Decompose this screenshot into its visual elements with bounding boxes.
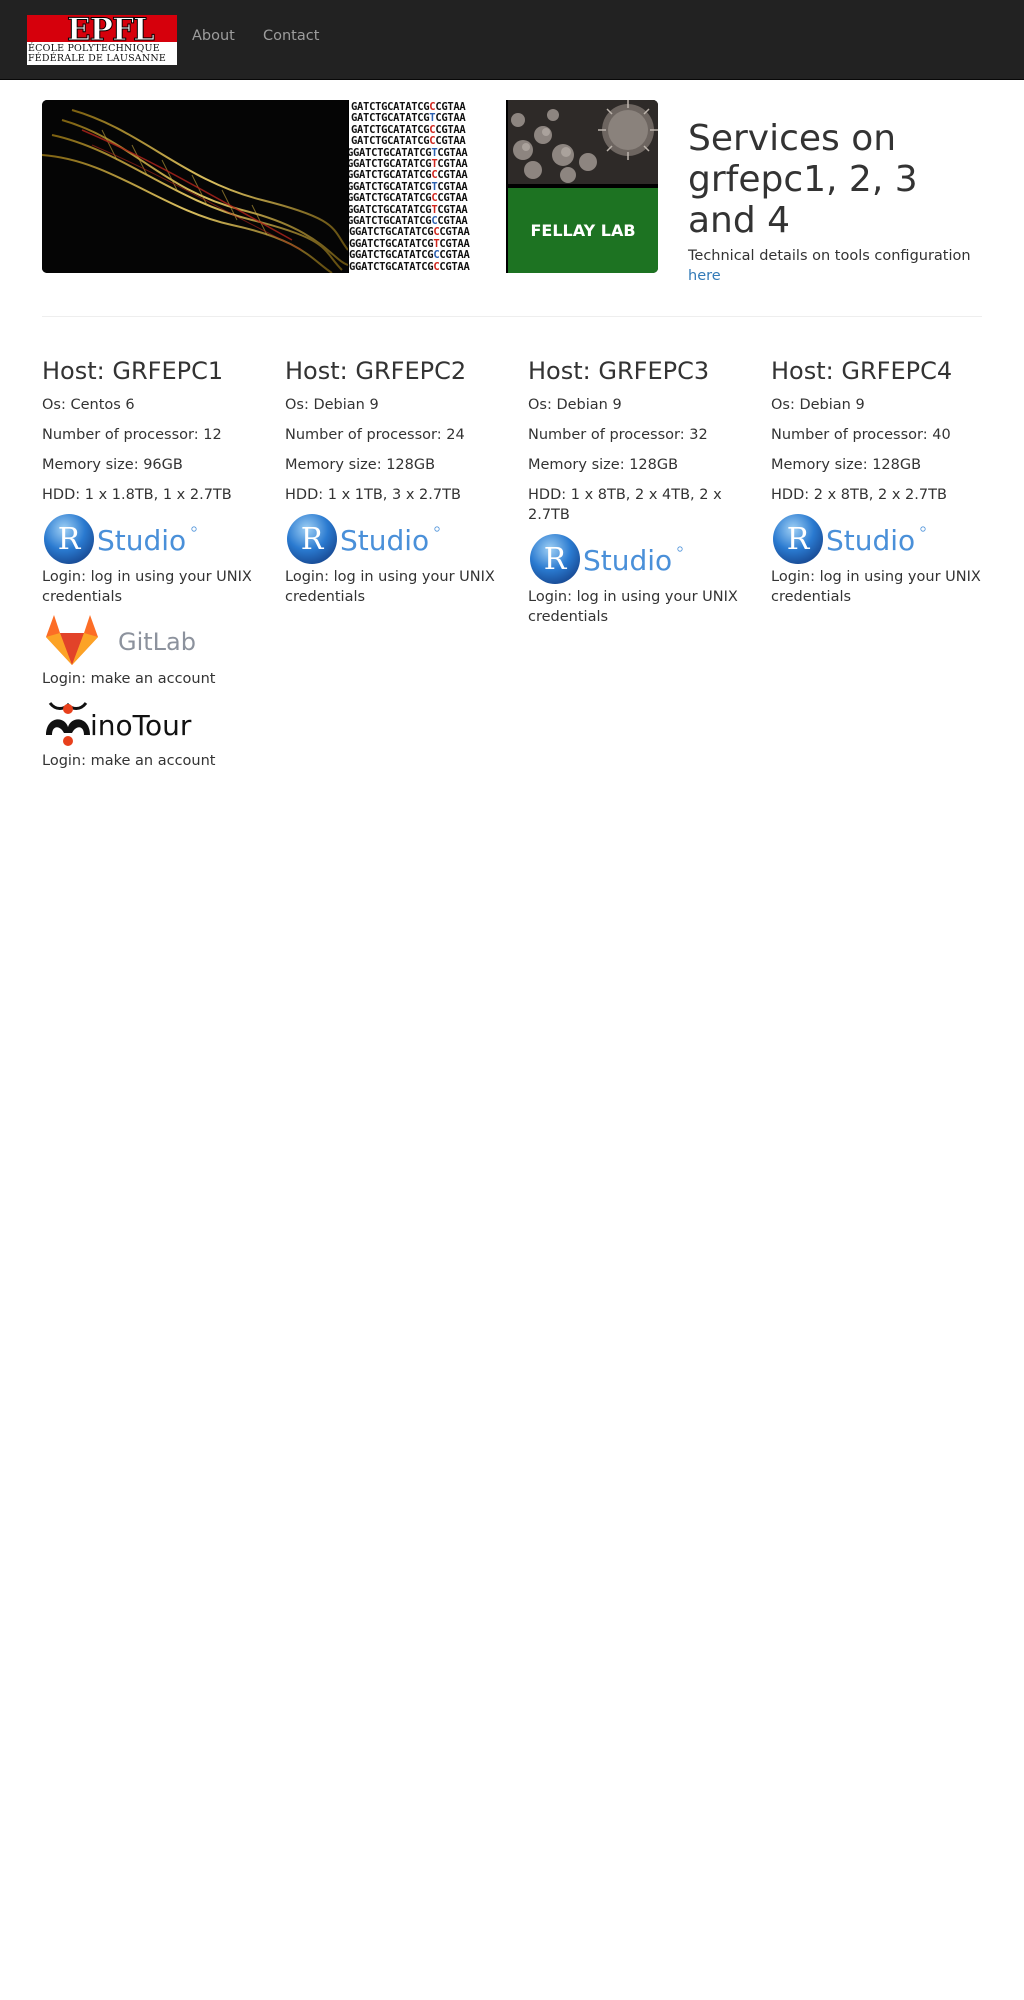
sequence-line: GATCTGCATATCGCCGTAA <box>351 135 466 148</box>
host-title: Host: GRFEPC4 <box>771 357 953 385</box>
host-memory: Memory size: 96GB <box>42 457 183 473</box>
rstudio-service: R Studio Login: log in using your UNIX cre… <box>528 533 748 627</box>
dna-helix-image <box>42 100 348 273</box>
hero-subtitle: Technical details on tools configuration… <box>688 246 988 286</box>
navbar: EPFL ÉCOLE POLYTECHNIQUE FÉDÉRALE DE LAU… <box>0 0 1024 80</box>
sequence-line: GATCTGCATATCGCCGTAA <box>351 123 466 136</box>
hero-subtitle-text: Technical details on tools configuration <box>688 248 971 264</box>
host-card-grfepc3: Host: GRFEPC3 Os: Debian 9 Number of proce… <box>528 355 748 637</box>
service-login-note: Login: log in using your UNIX credential… <box>285 569 495 605</box>
rstudio-logo-text: Studio <box>826 524 915 557</box>
rstudio-logo-link[interactable]: R Studio <box>528 533 748 585</box>
sequence-line: GGATCTGCATATCGTCGTAA <box>349 180 468 193</box>
sequence-line: AGGATCTGCATATCGTCGTAA <box>349 237 470 250</box>
host-hdd: HDD: 2 x 8TB, 2 x 2.7TB <box>771 487 947 503</box>
svg-text:R: R <box>787 522 811 557</box>
host-title: Host: GRFEPC3 <box>528 357 710 385</box>
section-divider <box>42 316 982 317</box>
svg-text:R: R <box>544 542 568 577</box>
sequence-line: GGATCTGCATATCGTCGTAA <box>349 203 468 216</box>
host-cpu: Number of processor: 32 <box>528 427 708 443</box>
page-title: Services on grfepc1, 2, 3 and 4 <box>688 118 918 241</box>
rstudio-service: R Studio Login: log in using your UNIX cre… <box>42 513 262 607</box>
host-os: Os: Centos 6 <box>42 397 135 413</box>
rstudio-service: R Studio Login: log in using your UNIX cre… <box>771 513 991 607</box>
svg-text:R: R <box>301 522 325 557</box>
host-memory: Memory size: 128GB <box>285 457 436 473</box>
epfl-logo[interactable]: EPFL ÉCOLE POLYTECHNIQUE FÉDÉRALE DE LAU… <box>27 15 177 65</box>
service-login-note: Login: log in using your UNIX credential… <box>771 569 981 605</box>
host-hdd: HDD: 1 x 1TB, 3 x 2.7TB <box>285 487 461 503</box>
sequence-line: AGGATCTGCATATCGCCGTAA <box>349 260 470 273</box>
config-details-link[interactable]: here <box>688 268 721 284</box>
host-cpu: Number of processor: 24 <box>285 427 465 443</box>
gitlab-logo-text: GitLab <box>118 628 196 656</box>
host-os: Os: Debian 9 <box>771 397 865 413</box>
dna-sequence-image: GATCTGCATATCGCCGTAA GATCTGCATATCGTCGTAA GA… <box>349 100 506 273</box>
host-cpu: Number of processor: 40 <box>771 427 951 443</box>
minotour-logo-text: inoTour <box>90 709 192 742</box>
sequence-line: GGATCTGCATATCGCCGTAA <box>349 215 468 227</box>
sequence-line: GGATCTGCATATCGTCGTAA <box>349 158 468 170</box>
host-os: Os: Debian 9 <box>285 397 379 413</box>
host-memory: Memory size: 128GB <box>528 457 679 473</box>
logo-line-2: FÉDÉRALE DE LAUSANNE <box>28 53 167 64</box>
host-card-grfepc4: Host: GRFEPC4 Os: Debian 9 Number of proce… <box>771 355 991 617</box>
sequence-line: AGGATCTGCATATCGCCGTAA <box>349 249 470 262</box>
service-login-note: Login: make an account <box>42 753 216 769</box>
minotour-logo-link[interactable]: inoTour <box>42 697 262 749</box>
host-title: Host: GRFEPC2 <box>285 357 467 385</box>
rstudio-logo-link[interactable]: R Studio <box>285 513 505 565</box>
host-hdd: HDD: 1 x 8TB, 2 x 4TB, 2 x 2.7TB <box>528 487 722 523</box>
host-memory: Memory size: 128GB <box>771 457 922 473</box>
nav-about-link[interactable]: About <box>192 28 235 44</box>
service-login-note: Login: log in using your UNIX credential… <box>528 589 738 625</box>
host-card-grfepc2: Host: GRFEPC2 Os: Debian 9 Number of proce… <box>285 355 505 617</box>
rstudio-logo-text: Studio <box>583 544 672 577</box>
service-login-note: Login: log in using your UNIX credential… <box>42 569 252 605</box>
rstudio-logo-link[interactable]: R Studio <box>42 513 262 565</box>
sequence-line: GGATCTGCATATCGCCGTAA <box>349 192 468 205</box>
nav-contact-link[interactable]: Contact <box>263 28 319 44</box>
gitlab-logo-link[interactable]: GitLab <box>42 615 262 667</box>
hero-banner-image: GATCTGCATATCGCCGTAA GATCTGCATATCGTCGTAA GA… <box>42 100 658 273</box>
sequence-line: GATCTGCATATCGTCGTAA <box>351 112 466 125</box>
host-os: Os: Debian 9 <box>528 397 622 413</box>
rstudio-service: R Studio Login: log in using your UNIX cre… <box>285 513 505 607</box>
host-card-grfepc1: Host: GRFEPC1 Os: Centos 6 Number of proce… <box>42 355 262 781</box>
sequence-line: GGATCTGCATATCGCCGTAA <box>349 169 468 182</box>
service-login-note: Login: make an account <box>42 671 216 687</box>
virus-image <box>508 100 658 184</box>
sequence-line: GGATCTGCATATCGTCGTAA <box>349 146 468 159</box>
host-cpu: Number of processor: 12 <box>42 427 222 443</box>
rstudio-logo-text: Studio <box>340 524 429 557</box>
host-hdd: HDD: 1 x 1.8TB, 1 x 2.7TB <box>42 487 232 503</box>
host-title: Host: GRFEPC1 <box>42 357 224 385</box>
rstudio-logo-text: Studio <box>97 524 186 557</box>
rstudio-logo-link[interactable]: R Studio <box>771 513 991 565</box>
gitlab-service: GitLab Login: make an account <box>42 615 262 689</box>
sequence-line: AGGATCTGCATATCGCCGTAA <box>349 226 470 239</box>
sequence-line: GATCTGCATATCGCCGTAA <box>351 101 466 113</box>
svg-text:R: R <box>58 522 82 557</box>
fellay-lab-label: FELLAY LAB <box>508 188 658 273</box>
minotour-service: inoTour Login: make an account <box>42 697 262 771</box>
